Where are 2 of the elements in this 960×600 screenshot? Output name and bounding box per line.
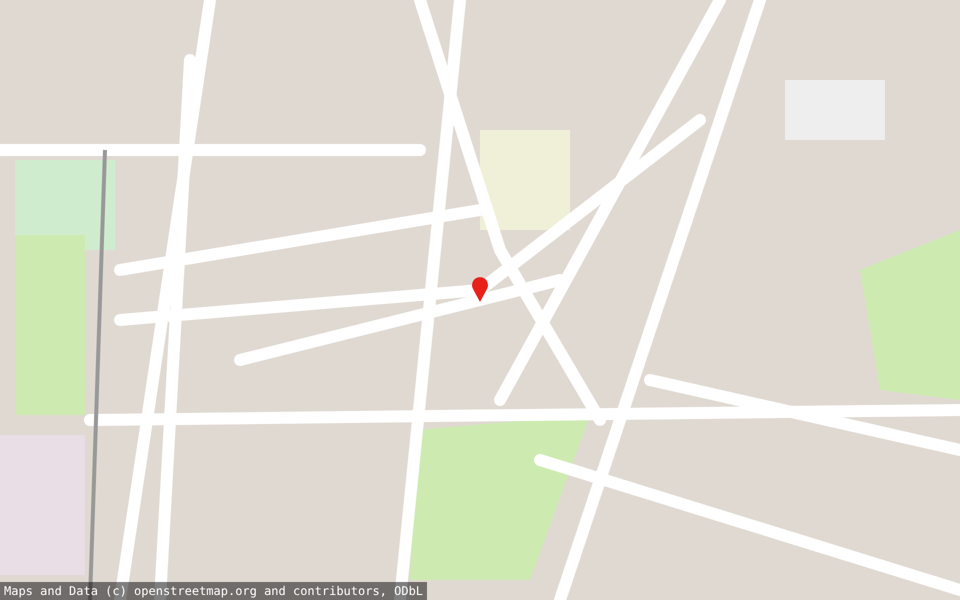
map-marker-icon[interactable] [471,276,489,302]
map-attribution: Maps and Data (c) openstreetmap.org and contributors, ODbL [4,583,424,600]
